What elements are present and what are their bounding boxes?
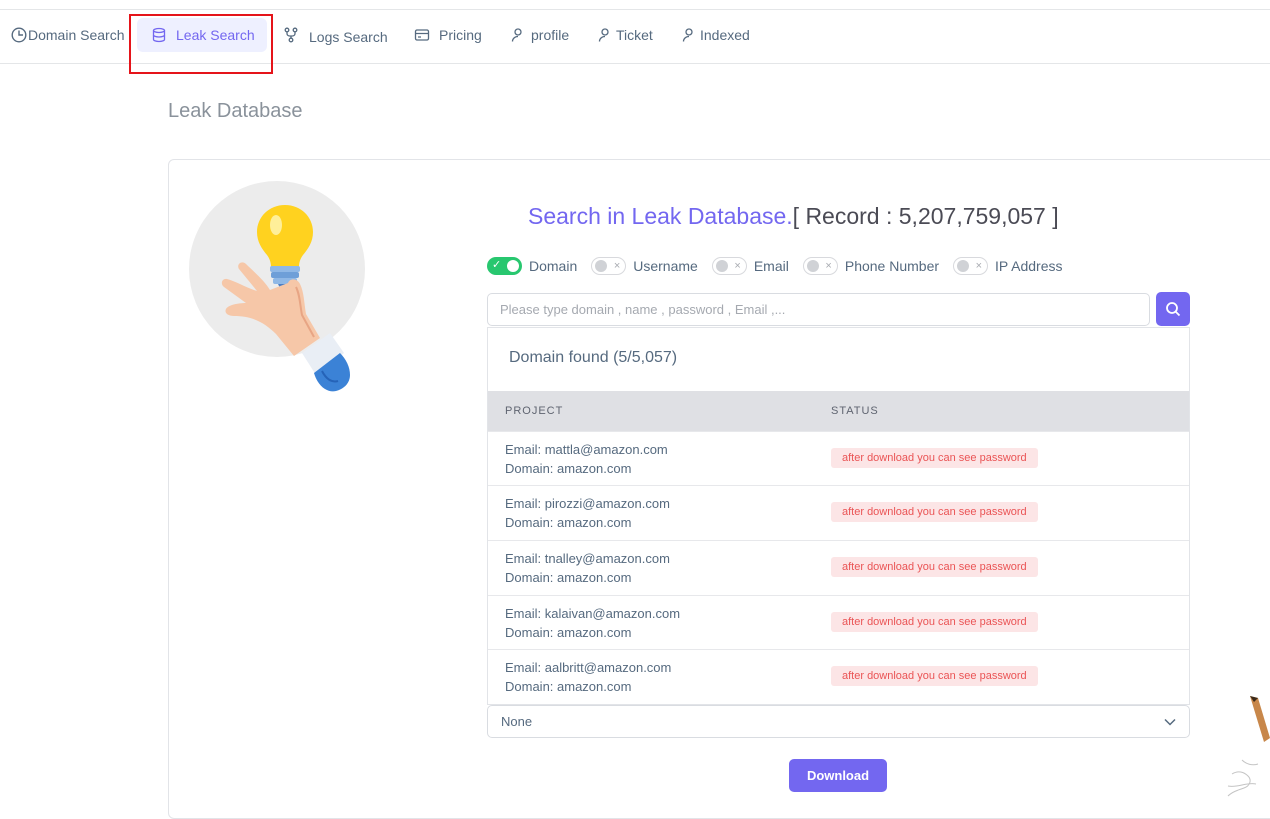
highlight-box [129, 14, 273, 74]
page-title: Leak Database [168, 100, 303, 122]
search-icon [1166, 302, 1181, 317]
row-domain: Domain: amazon.com [505, 461, 632, 476]
search-button[interactable] [1156, 292, 1190, 326]
results-title: Domain found (5/5,057) [509, 349, 678, 366]
project-cell: Email: kalaivan@amazon.com Domain: amazo… [505, 604, 680, 642]
status-badge: after download you can see password [831, 612, 1038, 632]
filter-toggle-phone-number[interactable]: × Phone Number [802, 257, 940, 275]
filter-label: Domain [529, 258, 578, 274]
nav-item-indexed[interactable]: Indexed [681, 18, 750, 52]
filter-toggle-username[interactable]: × Username [591, 257, 698, 275]
table-row: Email: aalbritt@amazon.com Domain: amazo… [488, 649, 1189, 704]
record-count: [ Record : 5,207,759,057 ] [792, 203, 1059, 229]
user-icon [511, 28, 522, 42]
nav-item-logs-search[interactable]: Logs Search [283, 18, 388, 52]
search-heading: Search in Leak Database.[ Record : 5,207… [528, 203, 1059, 230]
x-icon: × [734, 260, 741, 272]
x-icon: × [825, 260, 832, 272]
row-email: Email: mattla@amazon.com [505, 442, 668, 457]
nav-label: Pricing [439, 27, 482, 43]
x-icon: × [613, 260, 621, 272]
table-row: Email: tnalley@amazon.com Domain: amazon… [488, 540, 1189, 595]
toggle-switch-off[interactable]: × [711, 257, 747, 275]
nav-item-pricing[interactable]: Pricing [414, 18, 482, 52]
nav-label: Domain Search [28, 27, 125, 43]
nav-label: profile [531, 27, 570, 43]
row-domain: Domain: amazon.com [505, 679, 632, 694]
results-panel: Domain found (5/5,057) PROJECT STATUS Em… [487, 327, 1190, 705]
toggle-switch-off[interactable]: × [591, 257, 627, 275]
project-cell: Email: tnalley@amazon.com Domain: amazon… [505, 549, 670, 587]
row-email: Email: tnalley@amazon.com [505, 551, 670, 566]
toggle-switch-on[interactable]: ✓ [487, 257, 522, 275]
row-domain: Domain: amazon.com [505, 515, 632, 530]
row-email: Email: kalaivan@amazon.com [505, 606, 681, 621]
filter-label: Email [753, 258, 789, 274]
filter-label: Username [633, 258, 698, 274]
status-badge: after download you can see password [831, 502, 1038, 522]
row-email: Email: aalbritt@amazon.com [505, 660, 672, 675]
filter-toggle-ip-address[interactable]: × IP Address [953, 257, 1062, 275]
status-badge: after download you can see password [831, 557, 1038, 577]
check-icon: ✓ [492, 259, 502, 271]
search-filter-toggles: ✓ Domain × Username × Email × Phone Numb… [487, 256, 1076, 276]
table-row: Email: kalaivan@amazon.com Domain: amazo… [488, 595, 1189, 650]
table-header: PROJECT STATUS [488, 391, 1189, 431]
column-header-status: STATUS [831, 405, 879, 417]
lightbulb-hand-illustration [221, 205, 350, 392]
chevron-down-icon [1164, 718, 1176, 726]
table-row: Email: pirozzi@amazon.com Domain: amazon… [488, 485, 1189, 540]
pencil-sketch-decoration [1227, 696, 1270, 797]
table-row: Email: mattla@amazon.com Domain: amazon.… [488, 431, 1189, 486]
nav-item-ticket[interactable]: Ticket [597, 18, 653, 52]
filter-toggle-email[interactable]: × Email [711, 257, 789, 275]
search-heading-text: Search in Leak Database. [528, 203, 793, 229]
project-cell: Email: pirozzi@amazon.com Domain: amazon… [505, 494, 670, 532]
row-email: Email: pirozzi@amazon.com [505, 496, 670, 511]
nav-label: Indexed [700, 27, 750, 43]
project-cell: Email: aalbritt@amazon.com Domain: amazo… [505, 658, 671, 696]
credit-card-icon [414, 29, 430, 41]
toggle-switch-off[interactable]: × [953, 257, 989, 275]
filter-toggle-domain[interactable]: ✓ Domain [487, 257, 577, 275]
toggle-switch-off[interactable]: × [802, 257, 838, 275]
git-fork-icon [284, 27, 298, 43]
search-input[interactable] [487, 293, 1150, 326]
user-icon [682, 28, 693, 42]
select-value: None [501, 714, 533, 729]
nav-item-domain-search[interactable]: Domain Search [11, 18, 125, 52]
column-header-project: PROJECT [505, 405, 564, 417]
user-icon [598, 28, 609, 42]
clock-icon [11, 27, 27, 43]
x-icon: × [975, 260, 983, 272]
row-domain: Domain: amazon.com [505, 625, 632, 640]
filter-label: Phone Number [844, 258, 940, 274]
download-button[interactable]: Download [789, 759, 887, 792]
row-domain: Domain: amazon.com [505, 570, 632, 585]
filter-label: IP Address [995, 258, 1063, 274]
nav-item-profile[interactable]: profile [510, 18, 569, 52]
project-cell: Email: mattla@amazon.com Domain: amazon.… [505, 440, 668, 478]
status-badge: after download you can see password [831, 666, 1038, 686]
nav-label: Logs Search [309, 28, 388, 45]
status-badge: after download you can see password [831, 448, 1038, 468]
nav-label: Ticket [616, 27, 653, 43]
format-select[interactable]: None [487, 705, 1190, 738]
